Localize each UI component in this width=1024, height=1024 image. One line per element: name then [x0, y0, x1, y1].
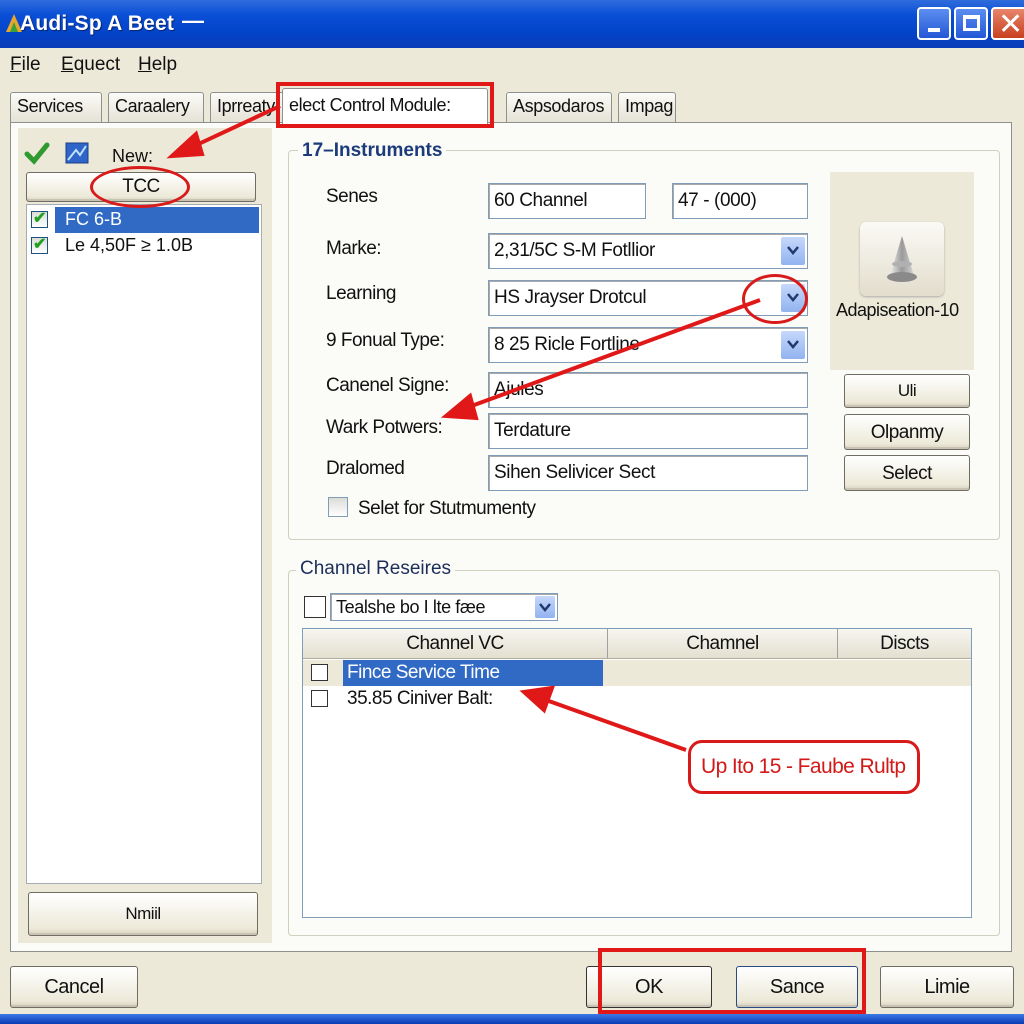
row-cell-channel-vc: 35.85 Ciniver Balt: [347, 688, 493, 709]
adaptation-button[interactable] [860, 222, 944, 296]
select-for-stutmumenty-checkbox[interactable] [328, 497, 348, 517]
row-checkbox[interactable] [311, 690, 328, 707]
menu-help[interactable]: Help [138, 54, 177, 76]
dralomed-input[interactable]: Sihen Selivicer Sect [488, 455, 808, 491]
marke-dropdown-button[interactable] [781, 237, 805, 265]
tab-services[interactable]: Services [10, 92, 102, 122]
senes-label: Senes [326, 186, 378, 207]
filter-value: Tealshe bo I lte fæe [336, 597, 486, 617]
annotation-oval-tcc [90, 166, 190, 208]
fonual-type-value: 8 25 Ricle Fortline [494, 334, 640, 355]
list-item-checkbox[interactable]: ✔ [31, 236, 48, 254]
fonual-type-dropdown-button[interactable] [781, 331, 805, 359]
senes-channel-input[interactable]: 60 Channel [488, 183, 646, 219]
learning-label: Learning [326, 283, 396, 304]
new-label: New: [112, 146, 154, 166]
tab-impag[interactable]: Impag [618, 92, 676, 122]
close-icon: ✕ [998, 7, 1024, 42]
check-icon: ✔ [33, 210, 47, 227]
instruments-group-title: 17–Instruments [298, 140, 447, 162]
menu-file[interactable]: File [10, 54, 41, 76]
chevron-down-icon [539, 603, 551, 612]
senes-code-input[interactable]: 47 - (000) [672, 183, 808, 219]
list-item-label: FC 6-B [55, 207, 259, 233]
menu-equect-accel: E [61, 54, 74, 75]
dralomed-label: Dralomed [326, 458, 405, 479]
marke-label: Marke: [326, 238, 382, 259]
title-dash: — [182, 8, 204, 33]
module-list: ✔ FC 6-B ✔ Le 4,50F ≥ 1.0B [26, 204, 262, 884]
filter-dropdown[interactable]: Tealshe bo I lte fæe [330, 593, 558, 621]
maximize-icon [963, 15, 980, 31]
column-header-channel[interactable]: Chamnel [608, 629, 838, 659]
channel-reserves-title: Channel Reseires [296, 558, 456, 580]
learning-value: HS Jrayser Drotcul [494, 287, 647, 308]
menu-file-label: ile [21, 54, 41, 75]
annotation-box-ok-sance [598, 948, 866, 1014]
canenel-signe-input[interactable]: Ajules [488, 372, 808, 408]
minimize-icon [928, 28, 940, 32]
fonual-type-dropdown[interactable]: 8 25 Ricle Fortline [488, 327, 808, 363]
tab-select-control-module[interactable]: elect Control Module: [282, 88, 488, 124]
check-icon: ✔ [33, 236, 47, 253]
menu-equect-label: quect [73, 54, 121, 75]
title-bar[interactable]: Audi-Sp A Beet — ✕ [0, 0, 1024, 48]
annotation-callout: Up Ito 15 - Faube Rultp [688, 740, 920, 794]
list-item[interactable]: ✔ FC 6-B [27, 207, 261, 233]
olpanmy-button[interactable]: Olpanmy [844, 414, 970, 450]
menu-help-accel: H [138, 54, 152, 75]
tab-iprreaty[interactable]: Iprreaty [210, 92, 284, 122]
fonual-type-label: 9 Fonual Type: [326, 330, 445, 351]
tab-caraalery[interactable]: Caraalery [108, 92, 204, 122]
list-item-checkbox[interactable]: ✔ [31, 210, 48, 228]
chevron-down-icon [787, 340, 799, 349]
window-bottom-border [0, 1014, 1024, 1024]
table-row[interactable]: 35.85 Ciniver Balt: [303, 686, 971, 712]
close-button[interactable]: ✕ [991, 7, 1024, 42]
table-row[interactable]: Fince Service Time [303, 660, 971, 686]
wark-potwers-input[interactable]: Terdature [488, 413, 808, 449]
tab-aspsodaros[interactable]: Aspsodaros [506, 92, 612, 122]
column-header-channel-vc[interactable]: Channel VC [303, 629, 608, 659]
row-cell-channel-vc: Fince Service Time [343, 660, 603, 686]
select-for-stutmumenty-label: Selet for Stutmumenty [358, 498, 536, 519]
filter-checkbox[interactable] [304, 596, 326, 618]
minimize-button[interactable] [917, 7, 951, 40]
select-button[interactable]: Select [844, 455, 970, 491]
cancel-button[interactable]: Cancel [10, 966, 138, 1008]
wark-potwers-label: Wark Potwers: [326, 417, 443, 438]
menu-help-label: elp [151, 54, 178, 75]
menu-file-accel: F [10, 54, 22, 75]
marke-dropdown[interactable]: 2,31/5C S-M Fotllior [488, 233, 808, 269]
filter-dropdown-button[interactable] [535, 596, 555, 618]
menu-equect[interactable]: Equect [61, 54, 120, 76]
column-header-discts[interactable]: Discts [838, 629, 971, 659]
annotation-oval-dropdown [742, 274, 808, 324]
menu-bar: File Equect Help [0, 48, 1024, 82]
nmiil-button[interactable]: Nmiil [28, 892, 258, 936]
cone-icon [887, 236, 917, 282]
row-checkbox[interactable] [311, 664, 328, 681]
uli-button[interactable]: Uli [844, 374, 970, 408]
chevron-down-icon [787, 246, 799, 255]
maximize-button[interactable] [954, 7, 988, 40]
list-item[interactable]: ✔ Le 4,50F ≥ 1.0B [27, 233, 261, 259]
window-title: Audi-Sp A Beet [20, 12, 175, 35]
adaptation-label: Adapiseation-10 [836, 300, 959, 320]
limie-button[interactable]: Limie [880, 966, 1014, 1008]
canenel-signe-label: Canenel Signe: [326, 375, 449, 396]
checkmark-icon[interactable] [24, 140, 50, 166]
image-icon[interactable] [64, 140, 90, 166]
list-item-label: Le 4,50F ≥ 1.0B [65, 235, 193, 255]
marke-value: 2,31/5C S-M Fotllior [494, 240, 655, 261]
